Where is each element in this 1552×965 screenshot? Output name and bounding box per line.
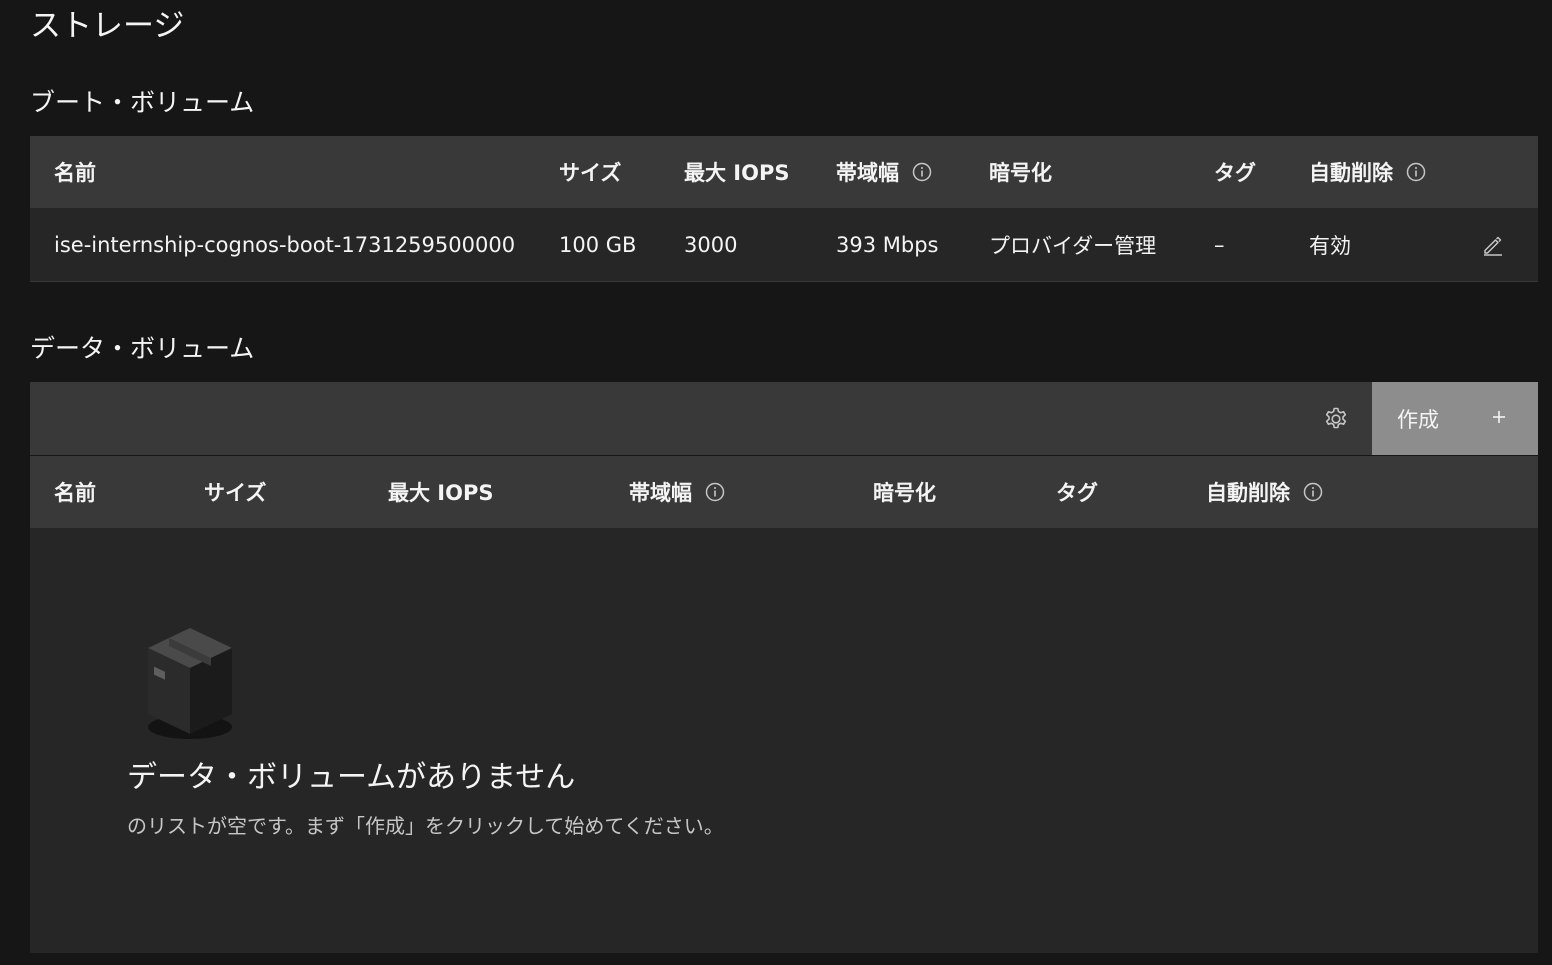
boot-volume-size: 100 GB	[559, 232, 637, 257]
boot-header-encryption: 暗号化	[989, 161, 1052, 185]
box-icon	[148, 628, 232, 739]
empty-state-title: データ・ボリュームがありません	[127, 760, 576, 795]
boot-header-name: 名前	[54, 161, 96, 185]
boot-volume-bandwidth: 393 Mbps	[836, 232, 939, 257]
data-volume-title: データ・ボリューム	[30, 334, 255, 363]
boot-table-header: 名前 サイズ 最大 IOPS 帯域幅 暗号化 タグ 自動削除	[30, 136, 1538, 208]
data-header-encryption: 暗号化	[873, 481, 936, 505]
boot-header-auto-delete-label: 自動削除	[1309, 161, 1393, 185]
boot-volume-encryption: プロバイダー管理	[989, 233, 1157, 258]
data-header-bandwidth: 帯域幅	[629, 456, 725, 528]
gear-icon[interactable]	[1323, 406, 1349, 432]
edit-button[interactable]	[1481, 208, 1505, 281]
data-header-tags: タグ	[1056, 481, 1098, 505]
boot-volume-table: 名前 サイズ 最大 IOPS 帯域幅 暗号化 タグ 自動削除 ise-inter…	[30, 136, 1538, 282]
info-icon[interactable]	[705, 482, 725, 502]
page-title: ストレージ	[30, 8, 185, 44]
plus-icon	[1493, 411, 1505, 423]
create-button-label: 作成	[1397, 408, 1439, 432]
empty-state-description: のリストが空です。まず「作成」をクリックして始めてください。	[127, 814, 724, 838]
table-row: ise-internship-cognos-boot-1731259500000…	[30, 208, 1538, 282]
boot-header-max-iops: 最大 IOPS	[684, 161, 790, 185]
boot-header-auto-delete: 自動削除	[1309, 136, 1426, 208]
data-table-header: 名前 サイズ 最大 IOPS 帯域幅 暗号化 タグ 自動削除	[30, 456, 1538, 528]
boot-volume-name: ise-internship-cognos-boot-1731259500000	[54, 232, 516, 257]
boot-volume-max-iops: 3000	[684, 232, 738, 257]
info-icon[interactable]	[1303, 482, 1323, 502]
boot-header-size: サイズ	[559, 161, 622, 185]
boot-volume-title: ブート・ボリューム	[30, 88, 255, 117]
data-header-auto-delete: 自動削除	[1206, 456, 1323, 528]
boot-header-tags: タグ	[1214, 161, 1256, 185]
data-header-name: 名前	[54, 481, 96, 505]
empty-state: データ・ボリュームがありません のリストが空です。まず「作成」をクリックして始め…	[30, 528, 1538, 953]
boot-header-bandwidth-label: 帯域幅	[836, 161, 899, 185]
storage-page: ストレージ ブート・ボリューム 名前 サイズ 最大 IOPS 帯域幅 暗号化 タ…	[0, 0, 1552, 965]
data-header-max-iops: 最大 IOPS	[388, 481, 494, 505]
edit-icon[interactable]	[1481, 233, 1505, 257]
data-volume-toolbar: 作成	[30, 382, 1538, 455]
data-header-auto-delete-label: 自動削除	[1206, 481, 1290, 505]
data-header-bandwidth-label: 帯域幅	[629, 481, 692, 505]
boot-volume-tags: –	[1214, 232, 1225, 257]
data-header-size: サイズ	[204, 481, 267, 505]
info-icon[interactable]	[912, 162, 932, 182]
boot-volume-auto-delete: 有効	[1309, 233, 1351, 258]
boot-header-bandwidth: 帯域幅	[836, 136, 932, 208]
create-button[interactable]: 作成	[1372, 382, 1538, 455]
info-icon[interactable]	[1406, 162, 1426, 182]
